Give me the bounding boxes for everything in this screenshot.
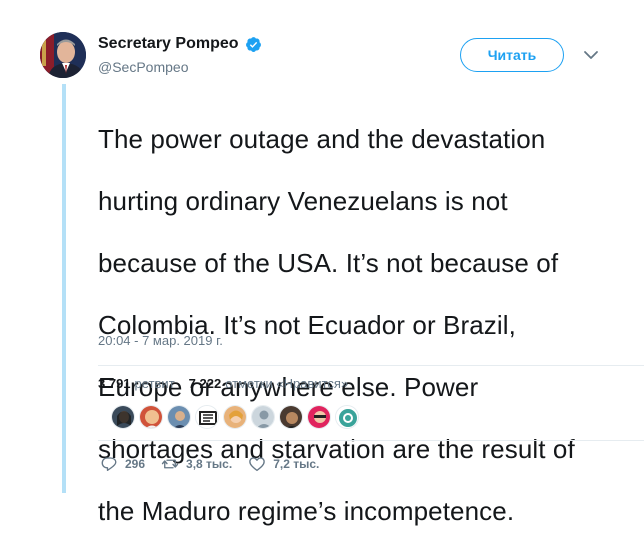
liker-avatar[interactable] bbox=[195, 405, 219, 429]
reply-icon bbox=[101, 457, 117, 472]
follow-button[interactable]: Читать bbox=[460, 38, 564, 72]
divider bbox=[98, 365, 644, 366]
like-count: 7,2 тыс. bbox=[273, 457, 320, 471]
retweets-label: ретвит bbox=[134, 376, 175, 391]
reply-count: 296 bbox=[125, 457, 146, 471]
divider bbox=[98, 440, 644, 441]
tweet-text-line: the Maduro regime’s incompetence. bbox=[98, 496, 515, 526]
liker-avatar[interactable] bbox=[279, 405, 303, 429]
retweet-button[interactable]: 3,8 тыс. bbox=[161, 455, 232, 473]
tweet-timestamp[interactable]: 20:04 - 7 мар. 2019 г. bbox=[98, 333, 223, 348]
tweet-text-line: because of the USA. It’s not because of bbox=[98, 248, 559, 278]
likes-count: 7 222 bbox=[188, 376, 222, 391]
liker-avatar[interactable] bbox=[223, 405, 247, 429]
reply-button[interactable]: 296 bbox=[100, 455, 145, 473]
engagement-stats: 3 791 ретвит 7 222 отметки «Нравится» bbox=[98, 376, 356, 391]
author-info: Secretary Pompeo @SecPompeo bbox=[98, 34, 262, 76]
retweet-icon bbox=[161, 459, 179, 469]
retweet-count: 3,8 тыс. bbox=[186, 457, 233, 471]
thread-line bbox=[62, 84, 66, 493]
tweet-text-line: hurting ordinary Venezuelans is not bbox=[98, 186, 508, 216]
author-name-text[interactable]: Secretary Pompeo bbox=[98, 34, 239, 54]
tweet-text-line: The power outage and the devastation bbox=[98, 124, 546, 154]
liker-avatars bbox=[111, 405, 359, 429]
tweet-text: The power outage and the devastation hur… bbox=[98, 93, 618, 558]
author-avatar[interactable] bbox=[40, 32, 86, 78]
retweets-stat[interactable]: 3 791 ретвит bbox=[98, 376, 175, 391]
liker-avatar[interactable] bbox=[167, 405, 191, 429]
heart-icon bbox=[249, 457, 265, 472]
liker-avatar[interactable] bbox=[307, 405, 331, 429]
like-button[interactable]: 7,2 тыс. bbox=[248, 455, 319, 473]
tweet-actions: 296 3,8 тыс. 7,2 тыс. bbox=[100, 455, 335, 473]
likes-label: отметки «Нравится» bbox=[225, 376, 349, 391]
liker-avatar[interactable] bbox=[251, 405, 275, 429]
liker-avatar[interactable] bbox=[139, 405, 163, 429]
author-handle[interactable]: @SecPompeo bbox=[98, 58, 262, 76]
avatar-portrait bbox=[40, 32, 86, 78]
author-display-name[interactable]: Secretary Pompeo bbox=[98, 34, 262, 54]
likes-stat[interactable]: 7 222 отметки «Нравится» bbox=[189, 376, 349, 391]
verified-badge-icon bbox=[245, 36, 261, 52]
liker-avatar[interactable] bbox=[335, 405, 359, 429]
liker-avatar[interactable] bbox=[111, 405, 135, 429]
chevron-down-icon[interactable] bbox=[583, 48, 599, 62]
retweets-count: 3 791 bbox=[98, 376, 131, 391]
